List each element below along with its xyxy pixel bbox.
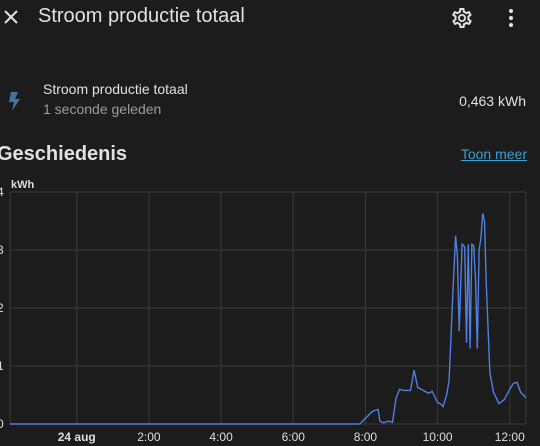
entity-state-row: Stroom productie totaal 1 seconde gelede…	[0, 76, 540, 124]
y-tick-label: 3	[0, 243, 4, 257]
dots-vertical-icon	[509, 9, 513, 27]
series-line	[10, 213, 527, 425]
entity-name: Stroom productie totaal	[43, 81, 188, 97]
x-tick-label: 6:00	[282, 430, 306, 444]
gear-icon	[452, 7, 472, 29]
x-tick-label: 12:00	[495, 430, 525, 444]
x-tick-label: 10:00	[423, 430, 453, 444]
x-tick-label: 8:00	[354, 430, 378, 444]
close-button[interactable]	[0, 2, 24, 30]
history-title: Geschiedenis	[0, 143, 128, 165]
y-tick-label: 0	[0, 417, 4, 431]
last-changed-text: 1 seconde geleden	[43, 101, 162, 117]
more-options-button[interactable]	[500, 6, 522, 32]
y-tick-label: 1	[0, 359, 4, 373]
settings-button[interactable]	[450, 6, 476, 32]
history-chart: kWh 4 3 2 1 0 24 aug 2:00 4:00 6:00 8:00 10:00 12:00	[0, 179, 527, 444]
x-tick-label: 2:00	[137, 430, 161, 444]
state-value: 0,463 kWh	[459, 93, 526, 109]
show-more-link[interactable]: Toon meer	[461, 146, 527, 162]
dialog-header: Stroom productie totaal	[0, 0, 540, 36]
x-tick-label: 4:00	[209, 430, 233, 444]
y-axis-unit: kWh	[11, 179, 35, 191]
dialog-title: Stroom productie totaal	[38, 5, 245, 27]
y-tick-label: 4	[0, 185, 4, 199]
y-tick-label: 2	[0, 301, 4, 315]
x-tick-label: 24 aug	[58, 430, 96, 444]
flash-icon	[9, 92, 20, 111]
close-icon	[4, 10, 18, 24]
